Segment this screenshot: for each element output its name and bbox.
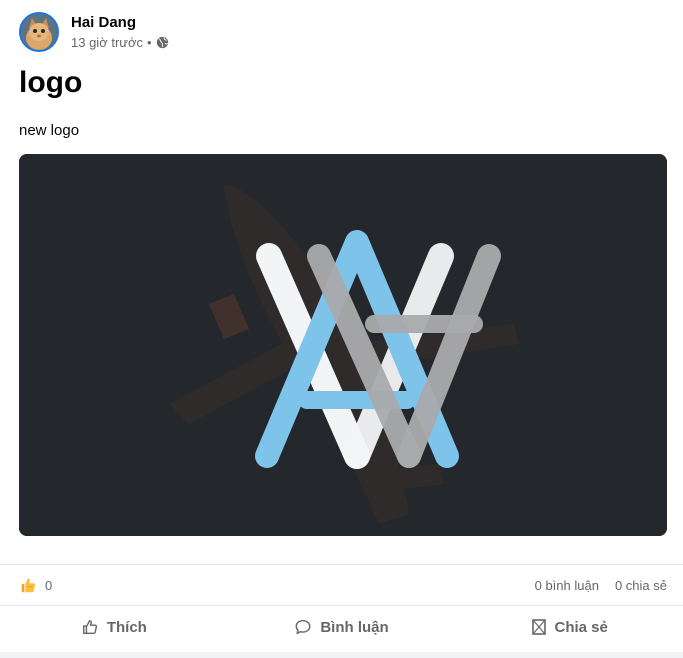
share-label: Chia sẻ: [554, 618, 608, 636]
reaction-stats: 0 0 bình luận 0 chia sẻ: [19, 574, 667, 596]
post-image[interactable]: [19, 154, 667, 536]
logo-image: [19, 154, 667, 536]
like-label: Thích: [106, 618, 147, 636]
thumbs-up-emoji-icon: [21, 578, 35, 593]
post-meta: Hai Dang 13 giờ trước •: [71, 14, 169, 51]
comment-count[interactable]: 0 bình luận: [535, 578, 599, 593]
post-card: Hai Dang 13 giờ trước • logo new logo 0 …: [0, 0, 683, 652]
share-button[interactable]: Chia sẻ: [455, 606, 683, 648]
post-time[interactable]: 13 giờ trước: [71, 35, 143, 51]
share-count[interactable]: 0 chia sẻ: [615, 578, 667, 593]
post-title: logo: [19, 66, 83, 99]
share-icon: [531, 619, 546, 635]
post-header: Hai Dang 13 giờ trước •: [19, 12, 169, 52]
author-name[interactable]: Hai Dang: [71, 14, 169, 32]
comment-icon: [295, 619, 311, 635]
thumbs-up-icon: [82, 619, 97, 635]
comment-button[interactable]: Bình luận: [228, 606, 456, 648]
stats-divider-top: [0, 564, 683, 565]
reaction-summary[interactable]: 0: [19, 576, 52, 594]
engagement-counts: 0 bình luận 0 chia sẻ: [535, 578, 667, 593]
post-description: new logo: [19, 122, 80, 139]
reaction-count: 0: [45, 577, 53, 593]
cat-avatar-image: [21, 14, 57, 50]
comment-label: Bình luận: [320, 618, 389, 636]
post-subline: 13 giờ trước •: [71, 35, 169, 51]
like-button[interactable]: Thích: [0, 606, 228, 648]
globe-icon[interactable]: [156, 36, 169, 49]
separator-dot: •: [147, 34, 152, 50]
post-actions: Thích Bình luận Chia sẻ: [0, 606, 683, 648]
avatar[interactable]: [19, 12, 59, 52]
